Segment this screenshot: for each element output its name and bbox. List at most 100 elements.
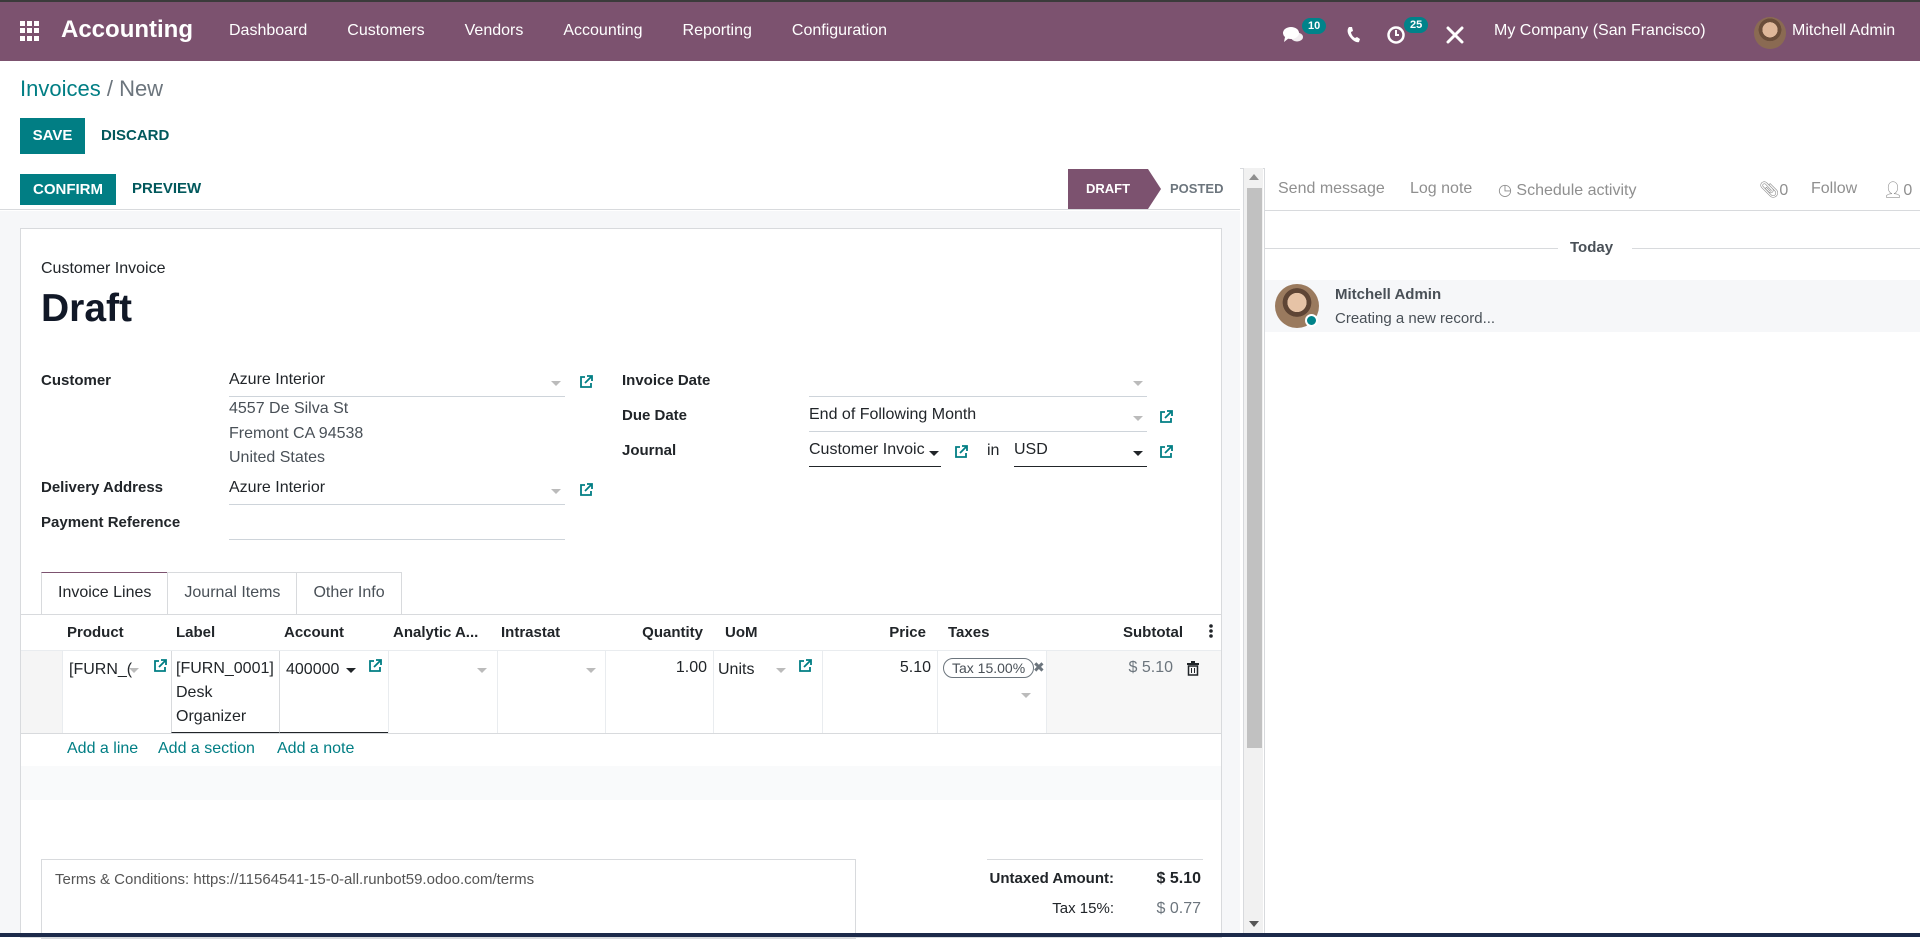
add-section-link[interactable]: Add a section — [158, 740, 255, 758]
customer-field[interactable]: Azure Interior — [229, 371, 565, 397]
stage-draft: DRAFT — [1068, 169, 1161, 209]
scroll-down-icon[interactable] — [1249, 921, 1259, 927]
tab-journal-items[interactable]: Journal Items — [167, 572, 298, 614]
external-link-icon[interactable] — [368, 659, 382, 673]
external-link-icon[interactable] — [153, 659, 167, 673]
menu-customers[interactable]: Customers — [347, 22, 424, 40]
scroll-thumb[interactable] — [1247, 188, 1262, 748]
tax-label: Tax 15%: — [1052, 900, 1114, 917]
col-subtotal[interactable]: Subtotal — [1061, 624, 1183, 641]
chevron-down-icon — [929, 451, 939, 456]
send-message-button[interactable]: Send message — [1278, 180, 1385, 198]
tax-tag: Tax 15.00% — [943, 658, 1035, 678]
chatter-divider — [1265, 210, 1920, 211]
tab-invoice-lines[interactable]: Invoice Lines — [41, 572, 169, 614]
log-note-button[interactable]: Log note — [1410, 180, 1472, 198]
discard-button[interactable]: Discard — [101, 127, 169, 144]
address-line-3: United States — [229, 449, 326, 466]
company-switcher[interactable]: My Company (San Francisco) — [1494, 22, 1706, 40]
debug-menu[interactable] — [1446, 16, 1466, 50]
address-line-2: Fremont CA 94538 — [229, 425, 364, 442]
trash-icon[interactable] — [1187, 661, 1199, 676]
journal-field[interactable]: Customer Invoic — [809, 441, 941, 467]
form-scrollbar[interactable] — [1243, 168, 1263, 933]
breadcrumb: Invoices / New — [20, 76, 163, 102]
user-menu[interactable]: Mitchell Admin — [1792, 22, 1895, 40]
attachments-button[interactable]: 📎︎0 — [1759, 180, 1788, 200]
chevron-down-icon — [776, 668, 786, 673]
follow-button[interactable]: Follow — [1811, 180, 1857, 198]
col-quantity[interactable]: Quantity — [621, 624, 703, 641]
stage-posted[interactable]: POSTED — [1170, 169, 1223, 209]
confirm-button[interactable]: Confirm — [20, 174, 116, 205]
external-link-icon[interactable] — [798, 659, 812, 673]
invoice-date-input[interactable] — [809, 371, 1147, 397]
message-author[interactable]: Mitchell Admin — [1335, 286, 1441, 303]
taxes-cell[interactable]: Tax 15.00% ✖ — [937, 651, 1046, 733]
due-date-field[interactable]: End of Following Month — [809, 406, 1147, 432]
col-price[interactable]: Price — [821, 624, 926, 641]
taskbar-edge — [0, 933, 1920, 937]
col-taxes[interactable]: Taxes — [948, 624, 989, 641]
col-analytic-account[interactable]: Analytic A... — [393, 624, 478, 641]
debug-tools-icon — [1446, 26, 1464, 44]
external-link-icon[interactable] — [954, 445, 968, 459]
preview-button[interactable]: Preview — [132, 180, 201, 197]
chevron-down-icon — [1133, 381, 1143, 386]
schedule-activity-label: Schedule activity — [1516, 182, 1637, 199]
apps-grid-icon[interactable] — [20, 21, 40, 41]
customer-label: Customer — [41, 372, 112, 389]
remove-tag-icon[interactable]: ✖ — [1033, 659, 1045, 676]
attachments-count: 0 — [1779, 182, 1789, 199]
intrastat-cell[interactable] — [497, 651, 605, 733]
currency-field[interactable]: USD — [1014, 441, 1147, 467]
user-icon: 👤︎ — [1883, 182, 1904, 199]
col-label[interactable]: Label — [176, 624, 215, 641]
phone-icon — [1347, 27, 1360, 43]
label-cell[interactable]: [FURN_0001] Desk Organizer — [171, 651, 279, 733]
external-link-icon[interactable] — [1159, 410, 1173, 424]
subtotal-value: $ 5.10 — [1128, 659, 1173, 676]
terms-textarea[interactable]: Terms & Conditions: https://11564541-15-… — [41, 859, 856, 939]
label-line: [FURN_0001] — [176, 660, 274, 677]
product-cell[interactable]: [FURN_( — [62, 651, 171, 733]
delivery-address-field[interactable]: Azure Interior — [229, 479, 565, 505]
kebab-menu-icon — [1209, 624, 1213, 638]
external-link-icon[interactable] — [1159, 445, 1173, 459]
add-line-link[interactable]: Add a line — [67, 740, 138, 758]
chat-icon — [1283, 27, 1303, 42]
analytic-account-cell[interactable] — [388, 651, 497, 733]
messaging-menu[interactable]: 10 — [1282, 16, 1327, 50]
col-intrastat[interactable]: Intrastat — [501, 624, 560, 641]
uom-cell[interactable]: Units — [713, 651, 822, 733]
menu-vendors[interactable]: Vendors — [465, 22, 524, 40]
col-account[interactable]: Account — [284, 624, 344, 641]
tab-other-info[interactable]: Other Info — [296, 572, 402, 614]
menu-configuration[interactable]: Configuration — [792, 22, 887, 40]
user-avatar[interactable] — [1754, 17, 1786, 49]
payment-reference-input[interactable] — [229, 514, 565, 540]
app-name[interactable]: Accounting — [61, 16, 193, 44]
activity-menu[interactable]: 25 — [1386, 16, 1429, 50]
col-product[interactable]: Product — [67, 624, 124, 641]
external-link-icon[interactable] — [579, 375, 593, 389]
menu-reporting[interactable]: Reporting — [683, 22, 752, 40]
currency-value: USD — [1014, 441, 1048, 458]
save-button[interactable]: Save — [20, 118, 85, 154]
voip-button[interactable] — [1346, 16, 1364, 50]
price-cell[interactable]: 5.10 — [822, 651, 937, 733]
quantity-cell[interactable]: 1.00 — [605, 651, 713, 733]
breadcrumb-invoices[interactable]: Invoices — [20, 76, 101, 101]
menu-dashboard[interactable]: Dashboard — [229, 22, 307, 40]
followers-button[interactable]: 👤︎0 — [1883, 180, 1912, 200]
col-uom[interactable]: UoM — [725, 624, 758, 641]
add-note-link[interactable]: Add a note — [277, 740, 354, 758]
account-cell[interactable]: 400000 — [279, 651, 388, 733]
chevron-down-icon — [477, 668, 487, 673]
external-link-icon[interactable] — [579, 483, 593, 497]
menu-accounting[interactable]: Accounting — [563, 22, 642, 40]
row-handle[interactable] — [21, 651, 62, 733]
optional-columns-toggle[interactable] — [1209, 623, 1215, 643]
schedule-activity-button[interactable]: ◷ Schedule activity — [1498, 180, 1636, 200]
scroll-up-icon[interactable] — [1249, 174, 1259, 180]
